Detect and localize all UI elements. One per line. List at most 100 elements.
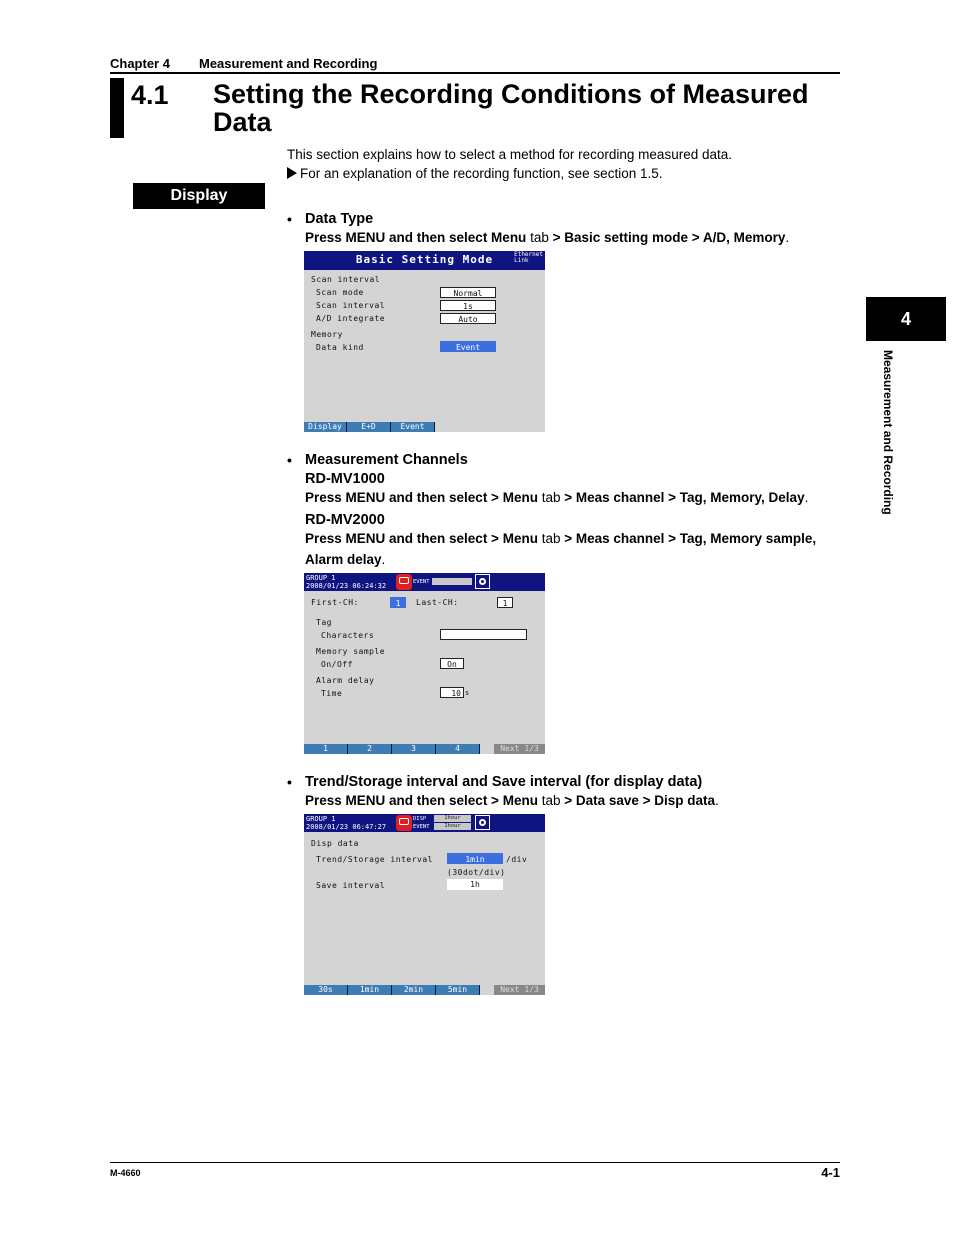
path-part: tab: [537, 531, 565, 546]
event-label: EVENT: [413, 824, 430, 830]
onoff-label: On/Off: [321, 660, 353, 669]
last-ch-field[interactable]: 1: [497, 597, 513, 608]
camera-icon[interactable]: [475, 815, 490, 830]
page-number: 4-1: [821, 1165, 840, 1180]
scan-interval-field[interactable]: 1s: [440, 300, 496, 311]
group-info: GROUP 1 2008/01/23 06:24:32: [306, 574, 386, 590]
softkey-2[interactable]: 2: [348, 744, 392, 754]
chapter-tab-label: Measurement and Recording: [881, 350, 895, 515]
path-part: Press MENU and then select > Menu: [305, 793, 538, 808]
softkey-next[interactable]: Next 1/3: [494, 744, 545, 754]
path-part: Press MENU and then select > Menu: [305, 490, 538, 505]
bullet-icon: •: [287, 211, 292, 227]
softkey-3[interactable]: 3: [392, 744, 436, 754]
path-part: .: [715, 793, 719, 808]
title-bar-decoration: [110, 78, 124, 138]
first-ch-label: First-CH:: [311, 598, 359, 607]
datetime: 2008/01/23 06:47:27: [306, 823, 387, 831]
ad-integrate-label: A/D integrate: [316, 314, 386, 323]
path-part: > Data save > Disp data: [564, 793, 716, 808]
screen-meas-channel: GROUP 1 2008/01/23 06:24:32 EVENT First-C…: [304, 573, 545, 754]
menu-path-mv2000: Press MENU and then select > Menu tab > …: [305, 531, 816, 546]
disp-value: 1hour: [434, 815, 471, 822]
path-part: > Meas channel > Tag, Memory, Delay: [564, 490, 805, 505]
path-part: Press MENU and then select Menu: [305, 230, 527, 245]
screen-disp-data: GROUP 1 2008/01/23 06:47:27 DISP EVENT 1h…: [304, 814, 545, 995]
scan-group-label: Scan interval: [311, 275, 381, 284]
alarm-delay-label: Alarm delay: [316, 676, 375, 685]
characters-field[interactable]: [440, 629, 527, 640]
characters-label: Characters: [321, 631, 375, 640]
bullet-icon: •: [287, 774, 292, 790]
softkey-display[interactable]: Display: [304, 422, 347, 432]
softkey-5min[interactable]: 5min: [436, 985, 480, 995]
disp-label: DISP: [413, 816, 427, 822]
softkey-1min[interactable]: 1min: [348, 985, 392, 995]
section-number: 4.1: [131, 80, 169, 110]
tag-group-label: Tag: [316, 618, 332, 627]
first-ch-field[interactable]: 1: [390, 597, 406, 608]
memory-sample-label: Memory sample: [316, 647, 386, 656]
menu-path-data-type: Press MENU and then select Menu tab > Ba…: [305, 230, 789, 245]
scan-mode-label: Scan mode: [316, 288, 364, 297]
reference-line: For an explanation of the recording func…: [287, 164, 732, 183]
event-value: 1hour: [434, 823, 471, 830]
softkey-bar: Display E+D Event: [304, 421, 545, 432]
camera-icon[interactable]: [475, 574, 490, 589]
memory-group-label: Memory: [311, 330, 343, 339]
path-part: .: [785, 230, 790, 245]
time-field[interactable]: 10: [440, 687, 464, 698]
mode-label: EVENT: [413, 579, 430, 585]
scan-mode-field[interactable]: Normal: [440, 287, 496, 298]
data-kind-field[interactable]: Event: [440, 341, 496, 352]
item-heading-data-type: Data Type: [305, 211, 374, 227]
group-name: GROUP 1: [306, 574, 336, 582]
intro-text: This section explains how to select a me…: [287, 147, 732, 162]
data-kind-label: Data kind: [316, 343, 364, 352]
softkey-bar: 1 2 3 4 Next 1/3: [304, 743, 545, 754]
path-part: tab: [537, 490, 565, 505]
screen-basic-setting-mode: Basic Setting Mode Ethernet Link Scan int…: [304, 251, 545, 432]
path-part: tab: [537, 793, 565, 808]
save-interval-label: Save interval: [316, 881, 386, 890]
menu-path-mv1000: Press MENU and then select > Menu tab > …: [305, 490, 808, 505]
menu-path-mv2000-line2: Alarm delay.: [305, 552, 385, 567]
header-rule: [110, 72, 840, 74]
softkey-2min[interactable]: 2min: [392, 985, 436, 995]
path-part: Alarm delay: [305, 552, 382, 567]
chapter-title: Measurement and Recording: [199, 56, 378, 71]
save-interval-field[interactable]: 1h: [447, 879, 503, 890]
arrow-right-icon: [287, 167, 297, 179]
ad-integrate-field[interactable]: Auto: [440, 313, 496, 324]
last-ch-label: Last-CH:: [416, 598, 459, 607]
intro: This section explains how to select a me…: [287, 145, 732, 183]
group-info: GROUP 1 2008/01/23 06:47:27: [306, 815, 386, 831]
path-part: > Meas channel > Tag, Memory sample,: [564, 531, 817, 546]
path-part: Press MENU and then select > Menu: [305, 531, 538, 546]
disp-data-label: Disp data: [311, 839, 359, 848]
softkey-4[interactable]: 4: [436, 744, 480, 754]
memory-status-icon: [396, 815, 412, 831]
bullet-icon: •: [287, 452, 292, 468]
chapter-tab-text: Measurement and Recording: [880, 350, 900, 550]
footer-rule: [110, 1162, 840, 1163]
display-label: Display: [133, 183, 265, 209]
trend-interval-field[interactable]: 1min: [447, 853, 503, 864]
path-part: > Basic setting mode > A/D, Memory: [552, 230, 786, 245]
document-code: M-4660: [110, 1168, 141, 1178]
softkey-e-d[interactable]: E+D: [347, 422, 391, 432]
softkey-1[interactable]: 1: [304, 744, 348, 754]
time-label: Time: [321, 689, 343, 698]
softkey-next[interactable]: Next 1/3: [494, 985, 545, 995]
chapter-tab: 4: [866, 297, 946, 341]
trend-unit: /div: [506, 855, 528, 864]
onoff-field[interactable]: On: [440, 658, 464, 669]
datetime: 2008/01/23 06:24:32: [306, 582, 387, 590]
softkey-event[interactable]: Event: [391, 422, 435, 432]
mode-value-box: [432, 578, 472, 585]
reference-text: For an explanation of the recording func…: [300, 166, 663, 181]
item-heading-trend-storage: Trend/Storage interval and Save interval…: [305, 774, 703, 790]
trend-note: (30dot/div): [447, 868, 506, 877]
softkey-30s[interactable]: 30s: [304, 985, 348, 995]
softkey-bar: 30s 1min 2min 5min Next 1/3: [304, 984, 545, 995]
